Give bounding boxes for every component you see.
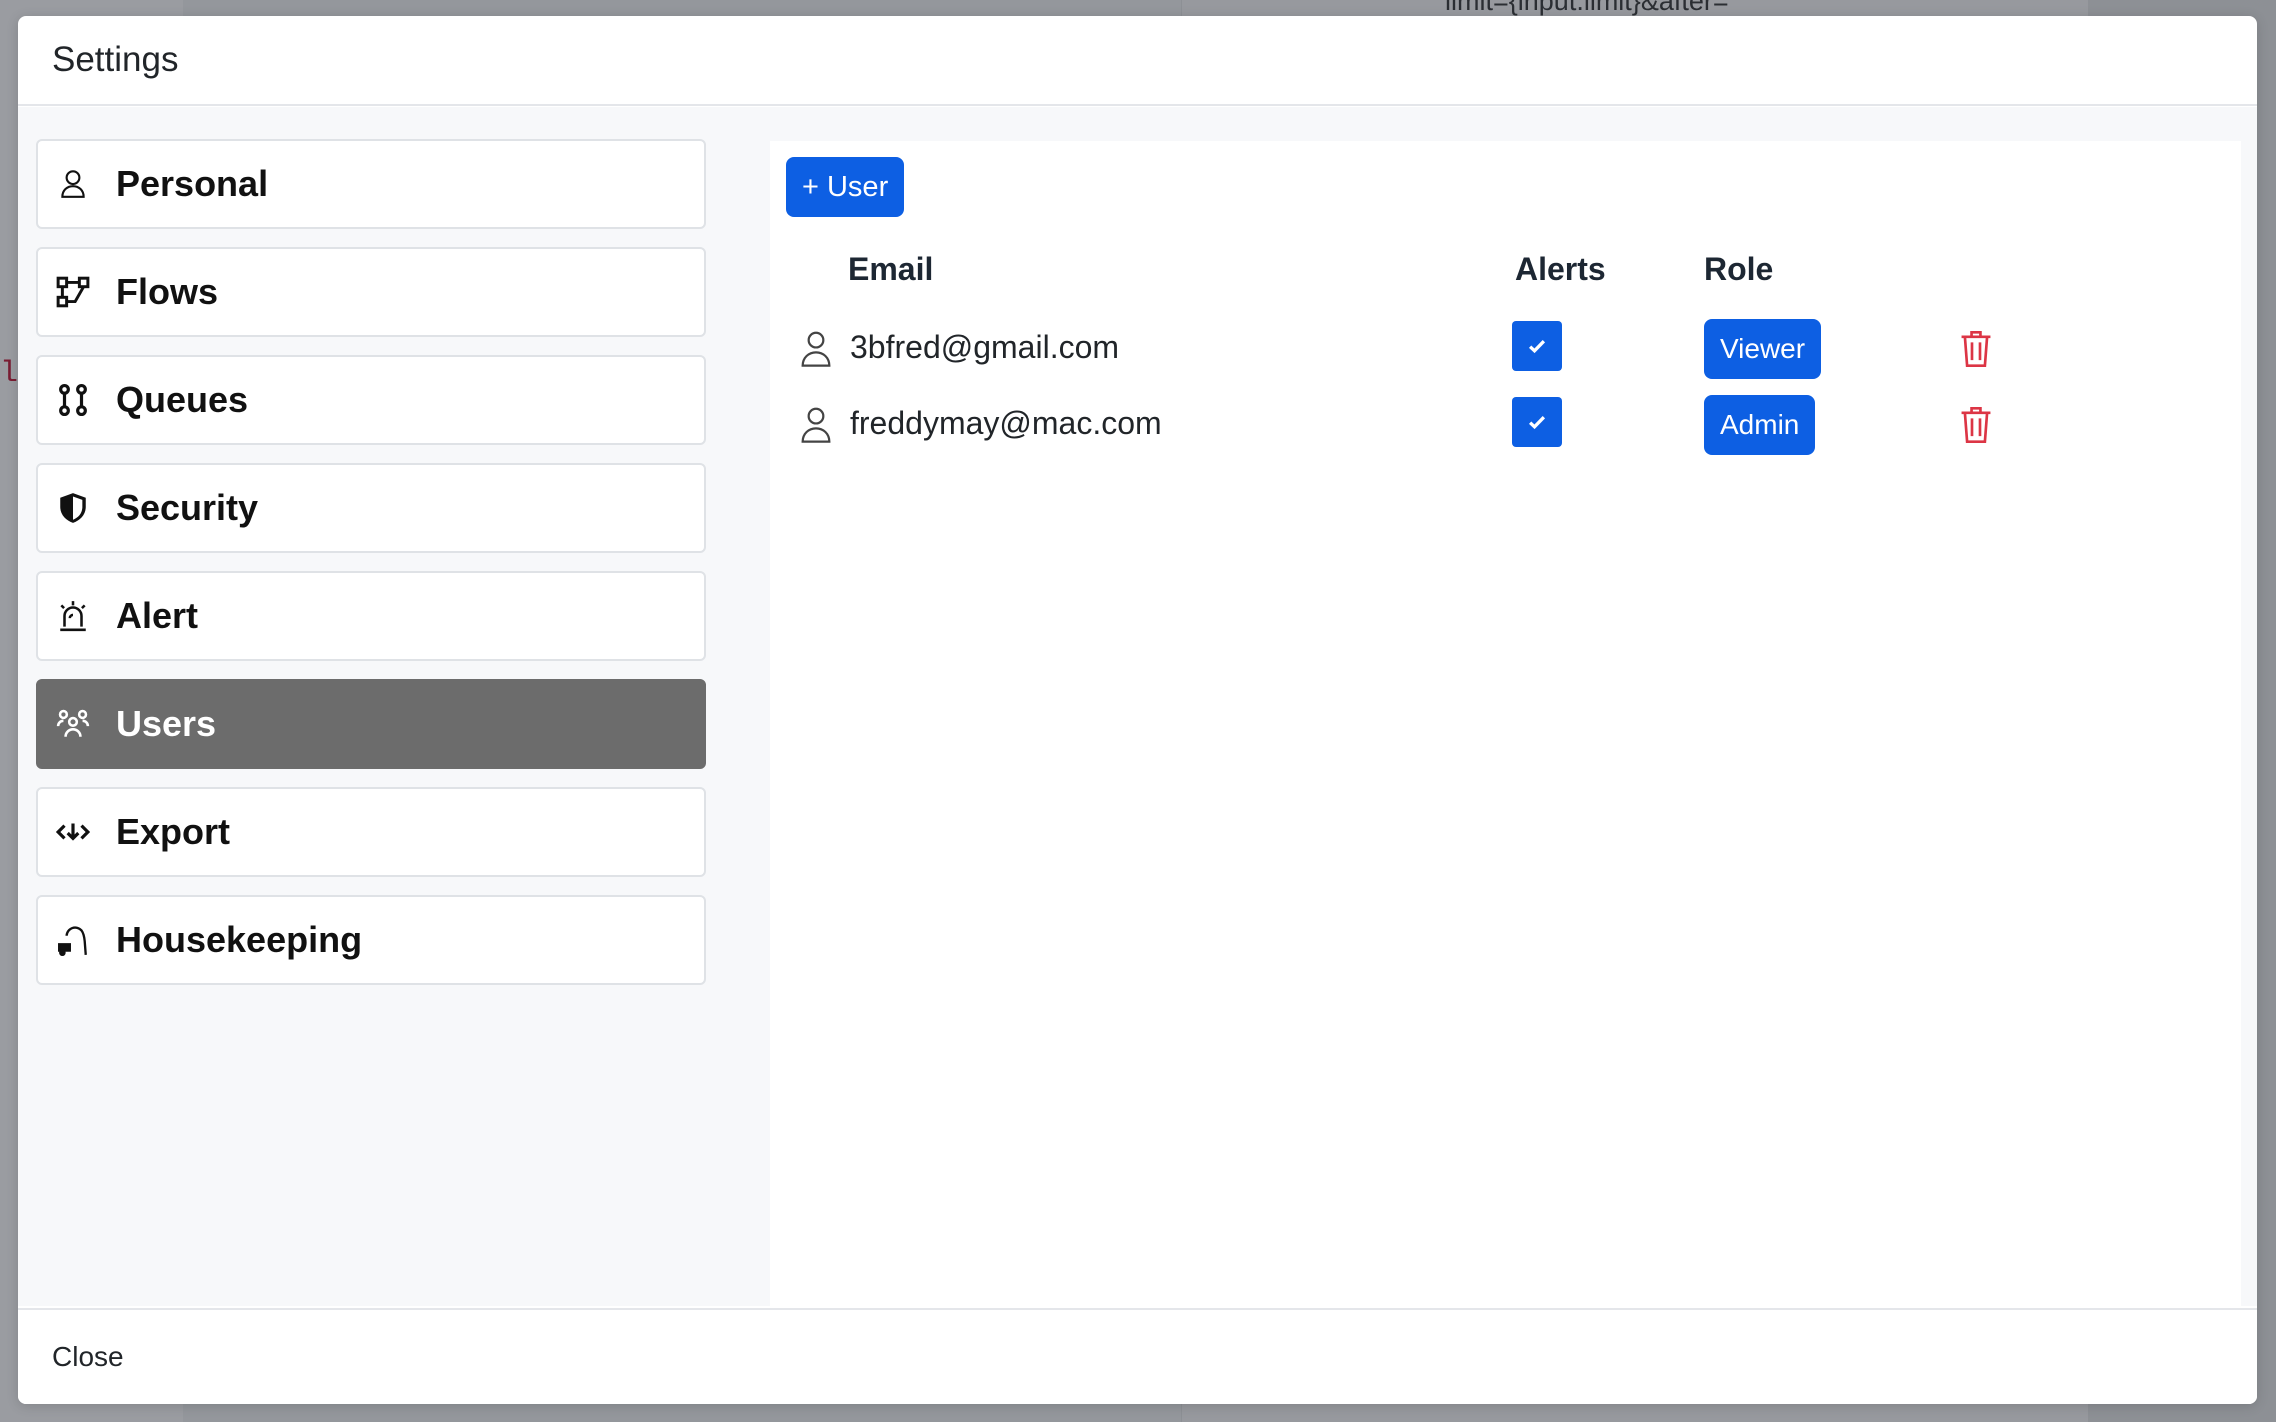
- add-user-button[interactable]: + User: [786, 157, 905, 217]
- nav-item-export[interactable]: Export: [36, 787, 706, 877]
- users-panel: + User Email Alerts Role 3bfred@gmail.co…: [770, 141, 2241, 1307]
- nav-label: Housekeeping: [116, 919, 363, 960]
- user-email: freddymay@mac.com: [850, 405, 1162, 441]
- table-row: 3bfred@gmail.com Viewer: [770, 319, 2241, 379]
- modal-title: Settings: [52, 40, 179, 79]
- nav-label: Personal: [116, 163, 269, 204]
- role-button[interactable]: Admin: [1704, 395, 1816, 455]
- nav-item-users[interactable]: Users: [36, 679, 706, 769]
- nav-label: Users: [116, 703, 217, 744]
- modal-footer: Close: [18, 1308, 2257, 1404]
- users-icon: [54, 705, 92, 743]
- nav-label: Flows: [116, 271, 219, 312]
- table-row: freddymay@mac.com Admin: [770, 395, 2241, 455]
- trash-icon[interactable]: [1958, 405, 1994, 445]
- nav-label: Security: [116, 487, 259, 528]
- shield-icon: [54, 489, 92, 527]
- queues-icon: [54, 381, 92, 419]
- nav-item-housekeeping[interactable]: Housekeeping: [36, 895, 706, 985]
- alarm-icon: [54, 597, 92, 635]
- column-header-alerts: Alerts: [1515, 251, 1606, 287]
- nav-label: Export: [116, 811, 231, 852]
- nav-label: Alert: [116, 595, 199, 636]
- modal-body: Personal Flows Queues Security Alert Use…: [18, 107, 2257, 1307]
- nav-label: Queues: [116, 379, 249, 420]
- close-button[interactable]: Close: [52, 1341, 124, 1373]
- alerts-checkbox[interactable]: [1512, 397, 1562, 447]
- flows-icon: [54, 273, 92, 311]
- person-icon: [54, 165, 92, 203]
- trash-icon[interactable]: [1958, 329, 1994, 369]
- background-code-snippet: limit={input.limit}&after=: [1445, 0, 1729, 16]
- nav-item-queues[interactable]: Queues: [36, 355, 706, 445]
- user-email: 3bfred@gmail.com: [850, 329, 1120, 365]
- export-icon: [54, 813, 92, 851]
- nav-item-personal[interactable]: Personal: [36, 139, 706, 229]
- nav-item-flows[interactable]: Flows: [36, 247, 706, 337]
- modal-header: Settings: [18, 16, 2257, 106]
- vacuum-icon: [54, 921, 92, 959]
- alerts-checkbox[interactable]: [1512, 321, 1562, 371]
- settings-modal: Settings Personal Flows Queues Security …: [18, 16, 2257, 1404]
- settings-nav: Personal Flows Queues Security Alert Use…: [36, 139, 706, 1003]
- background-code-fragment: l: [0, 357, 19, 391]
- column-header-role: Role: [1704, 251, 1774, 287]
- nav-item-alert[interactable]: Alert: [36, 571, 706, 661]
- nav-item-security[interactable]: Security: [36, 463, 706, 553]
- role-button[interactable]: Viewer: [1704, 319, 1822, 379]
- person-icon: [798, 405, 834, 445]
- person-icon: [798, 329, 834, 369]
- column-header-email: Email: [848, 251, 934, 287]
